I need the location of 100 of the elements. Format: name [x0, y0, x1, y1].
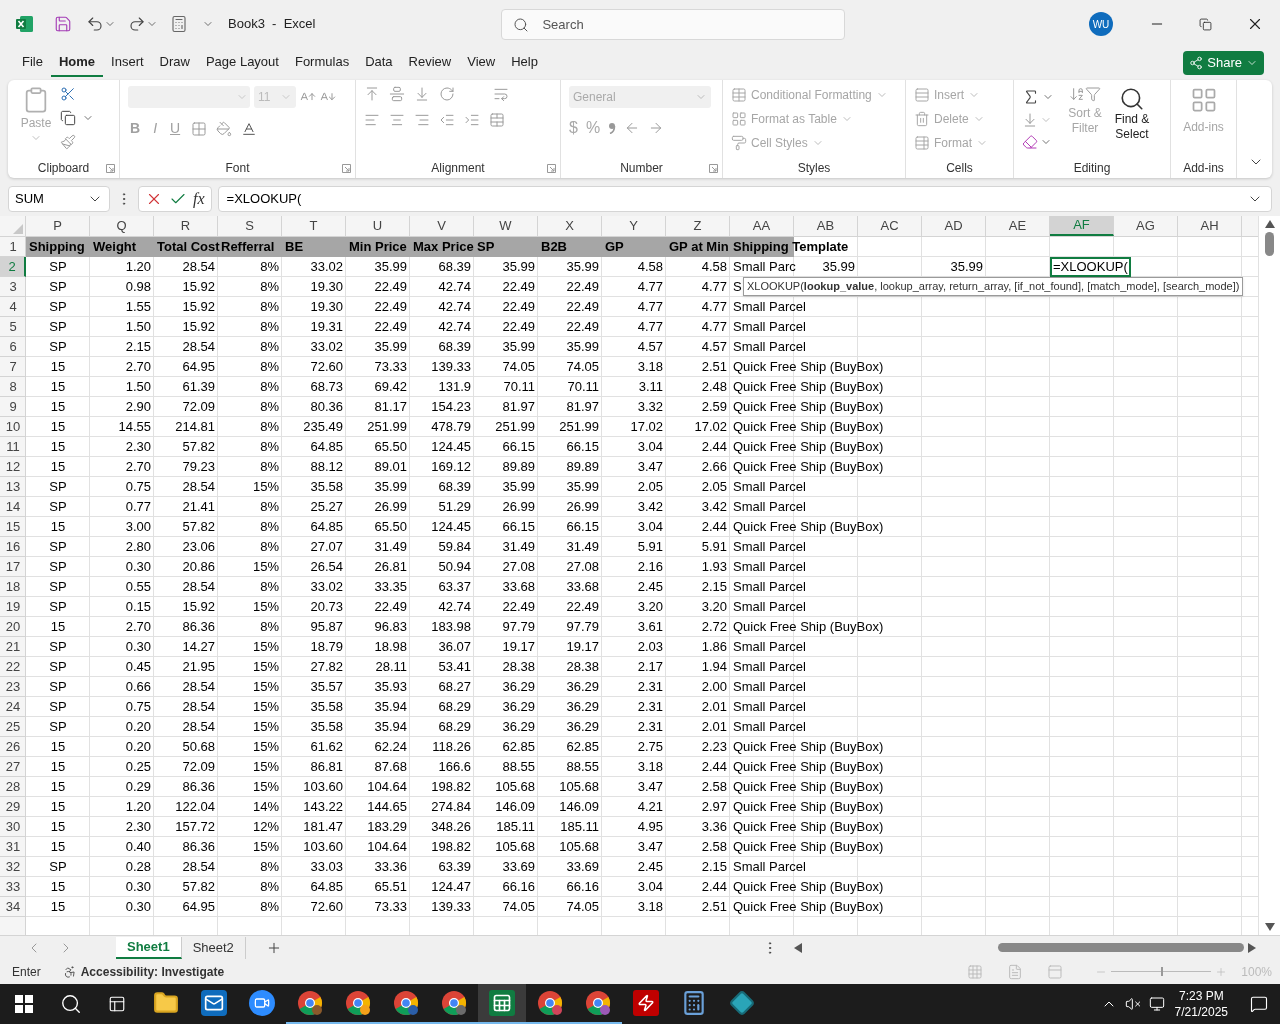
account-avatar[interactable]: WU	[1089, 12, 1113, 36]
borders-icon[interactable]	[191, 120, 208, 137]
sheet-tab[interactable]: Sheet1	[116, 936, 182, 959]
page-break-view-icon[interactable]	[1047, 963, 1064, 980]
zoom-slider[interactable]	[1111, 966, 1212, 977]
decrease-indent-icon[interactable]	[439, 112, 455, 128]
column-header[interactable]: AG	[1114, 216, 1178, 236]
dialog-launcher-icon[interactable]	[709, 164, 718, 173]
zoom-slider-thumb[interactable]	[1161, 967, 1164, 976]
align-center-icon[interactable]	[389, 112, 405, 128]
dialog-launcher-icon[interactable]	[547, 164, 556, 173]
fill-icon[interactable]	[1022, 112, 1038, 128]
scroll-left-icon[interactable]	[794, 942, 802, 953]
wrap-text-icon[interactable]	[493, 86, 509, 102]
scroll-up-icon[interactable]	[1264, 220, 1275, 228]
column-header[interactable]: T	[282, 216, 346, 236]
ribbon-tab[interactable]: Review	[400, 49, 460, 77]
horizontal-scrollbar-thumb[interactable]	[998, 943, 1244, 952]
column-header[interactable]: U	[346, 216, 410, 236]
dialog-launcher-icon[interactable]	[106, 164, 115, 173]
merge-icon[interactable]	[489, 112, 505, 128]
sheet-tab[interactable]: Sheet2	[181, 936, 246, 959]
column-header[interactable]: R	[154, 216, 218, 236]
column-header[interactable]: X	[538, 216, 602, 236]
font-color-icon[interactable]	[241, 120, 258, 137]
ribbon-tab[interactable]: Page Layout	[197, 49, 287, 77]
orientation-icon[interactable]	[439, 86, 455, 102]
font-name-field[interactable]	[128, 86, 250, 108]
comma-style-icon[interactable]	[608, 122, 617, 134]
column-header[interactable]: AB	[794, 216, 858, 236]
search-field[interactable]: Search	[501, 8, 846, 40]
scroll-down-icon[interactable]	[1264, 923, 1275, 931]
column-header[interactable]: Y	[602, 216, 666, 236]
ribbon-tab[interactable]: Insert	[103, 49, 152, 77]
ribbon-tab[interactable]: Help	[503, 49, 546, 77]
redo-icon[interactable]	[128, 15, 146, 33]
share-button[interactable]: Share	[1183, 51, 1264, 75]
cut-icon[interactable]	[60, 86, 76, 102]
browser-icon[interactable]	[297, 990, 323, 1016]
format-painter-icon[interactable]	[60, 134, 76, 150]
middle-align-icon[interactable]	[389, 86, 405, 102]
share-icon[interactable]	[1189, 56, 1204, 70]
ribbon-tab[interactable]: Formulas	[286, 49, 358, 77]
normal-view-icon[interactable]	[967, 963, 984, 980]
lightning-icon[interactable]	[633, 990, 659, 1016]
top-align-icon[interactable]	[364, 86, 380, 102]
clock-time[interactable]: 7:23 PM	[1178, 988, 1224, 1004]
page-layout-view-icon[interactable]	[1007, 963, 1024, 980]
scrollbar-thumb[interactable]	[1265, 232, 1274, 256]
browser-icon[interactable]	[537, 990, 563, 1016]
column-header[interactable]: AH	[1178, 216, 1242, 236]
calculator-icon[interactable]	[170, 15, 188, 33]
browser-icon[interactable]	[393, 990, 419, 1016]
task-view-icon[interactable]	[108, 995, 126, 1013]
accessibility-icon[interactable]	[62, 964, 77, 979]
undo-icon[interactable]	[86, 15, 104, 33]
spreadsheet-icon[interactable]	[489, 990, 515, 1016]
column-header[interactable]: W	[474, 216, 538, 236]
copy-icon[interactable]	[60, 110, 76, 126]
eraser-icon[interactable]	[1022, 134, 1038, 150]
ribbon-tab[interactable]: Data	[357, 49, 401, 77]
sort-icon[interactable]	[1069, 86, 1085, 102]
browser-icon[interactable]	[345, 990, 371, 1016]
ribbon-tab[interactable]: View	[459, 49, 504, 77]
bottom-align-icon[interactable]	[414, 86, 430, 102]
filter-icon[interactable]	[1085, 86, 1101, 102]
browser-icon[interactable]	[441, 990, 467, 1016]
column-header[interactable]: Z	[666, 216, 730, 236]
dialog-launcher-icon[interactable]	[342, 164, 351, 173]
clock-date[interactable]: 7/21/2025	[1174, 1004, 1228, 1020]
video-icon[interactable]	[249, 990, 275, 1016]
column-header[interactable]: AA	[730, 216, 794, 236]
column-header[interactable]: V	[410, 216, 474, 236]
scroll-right-icon[interactable]	[1248, 942, 1256, 953]
accessibility-status[interactable]: Accessibility: Investigate	[80, 962, 225, 981]
search-icon[interactable]	[1119, 86, 1145, 112]
align-left-icon[interactable]	[364, 112, 380, 128]
align-right-icon[interactable]	[414, 112, 430, 128]
column-header[interactable]: AC	[858, 216, 922, 236]
restore-icon[interactable]	[1199, 17, 1212, 31]
diamond-icon[interactable]	[729, 990, 755, 1016]
mail-icon[interactable]	[201, 990, 227, 1016]
volume-muted-icon[interactable]	[1124, 996, 1141, 1012]
name-box[interactable]: SUM	[8, 186, 110, 212]
active-cell[interactable]: =XLOOKUP(	[1050, 257, 1131, 277]
ribbon-tab[interactable]: Draw	[151, 49, 198, 77]
column-header[interactable]: P	[26, 216, 90, 236]
search-icon[interactable]	[60, 993, 82, 1015]
taskbar-button[interactable]	[478, 984, 526, 1024]
select-all-icon[interactable]	[13, 224, 23, 234]
row-number[interactable]: 2	[0, 257, 26, 277]
column-header[interactable]: AF	[1050, 216, 1114, 236]
notifications-icon[interactable]	[1250, 995, 1268, 1013]
calculator-icon[interactable]	[681, 990, 707, 1016]
increase-indent-icon[interactable]	[464, 112, 480, 128]
find-select-button[interactable]: Find & Select	[1110, 112, 1154, 142]
formula-field[interactable]: =XLOOKUP(	[217, 186, 1272, 212]
windows-logo-icon[interactable]	[15, 995, 33, 1013]
save-icon[interactable]	[54, 15, 72, 33]
fill-color-icon[interactable]	[216, 120, 233, 137]
